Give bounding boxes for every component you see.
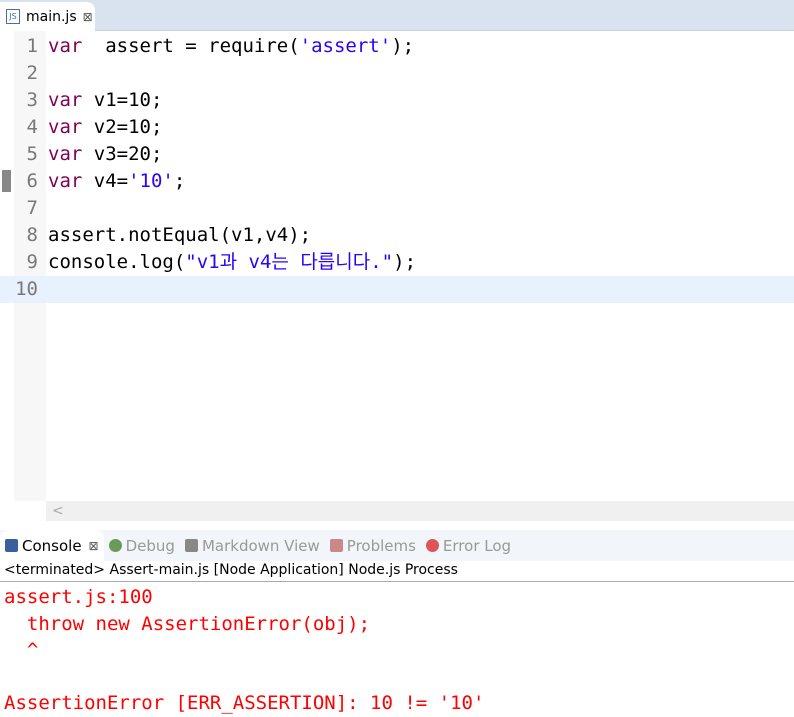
change-marker [2, 170, 11, 192]
code-line[interactable]: 3 var v1=10; [0, 87, 794, 114]
panel-tab-label: Problems [346, 536, 416, 555]
code-line[interactable]: 2 [0, 60, 794, 87]
code-text: var assert = require('assert'); [48, 33, 414, 60]
code-line[interactable]: 4 var v2=10; [0, 114, 794, 141]
line-number: 6 [26, 170, 38, 192]
code-editor[interactable]: 1 var assert = require('assert'); 2 3 var v1… [0, 31, 794, 501]
token-plain: ); [393, 251, 417, 273]
token-kw: var [48, 170, 83, 192]
code-text: assert.notEqual(v1,v4); [48, 222, 311, 249]
line-number: 5 [26, 143, 38, 165]
panel-tab-label: Debug [125, 536, 175, 555]
editor-tab-bar: JS main.js ⊠ [0, 0, 794, 31]
line-number: 1 [26, 35, 38, 57]
token-plain: assert = require( [82, 35, 300, 57]
problems-icon [329, 539, 343, 552]
code-text: var v2=10; [48, 114, 162, 141]
tab-title: main.js [26, 8, 77, 25]
horizontal-scrollbar[interactable]: < [46, 501, 794, 521]
console-status: <terminated> Assert-main.js [Node Applic… [4, 562, 458, 578]
token-kw: var [48, 89, 83, 111]
js-file-icon: JS [6, 9, 20, 24]
token-plain: assert.notEqual(v1,v4); [48, 224, 312, 246]
token-plain: ; [173, 170, 186, 192]
error-log-icon [425, 539, 439, 552]
line-number: 7 [26, 197, 38, 219]
code-text: console.log("v1과 v4는 다릅니다."); [48, 249, 416, 276]
token-str: '10' [128, 170, 174, 192]
console-output: assert.js:100 throw new AssertionError(o… [4, 584, 484, 717]
token-plain: v4= [82, 170, 129, 192]
line-number: 3 [26, 89, 38, 111]
panel-tab-label: Markdown View [201, 536, 320, 555]
token-plain: v1=10; [82, 89, 163, 111]
panel-tab-problems[interactable]: Problems [325, 530, 421, 561]
token-plain: ); [391, 35, 415, 57]
line-number: 4 [26, 116, 38, 138]
token-str: "v1과 v4는 다릅니다." [185, 251, 394, 273]
line-number: 8 [26, 224, 38, 246]
code-line[interactable]: 8 assert.notEqual(v1,v4); [0, 222, 794, 249]
panel-tab-markdown-view[interactable]: Markdown View [180, 530, 325, 561]
code-line[interactable]: 5 var v3=20; [0, 141, 794, 168]
token-plain: console.log( [48, 251, 186, 273]
document-icon [184, 539, 198, 552]
panel-tab-console[interactable]: Console ⊠ [0, 530, 104, 561]
line-number: 10 [15, 278, 38, 300]
output-line: ^ [4, 639, 39, 661]
token-plain: v2=10; [82, 116, 163, 138]
line-number: 2 [26, 62, 38, 84]
scroll-left-icon[interactable]: < [52, 503, 64, 519]
close-console-icon[interactable]: ⊠ [89, 539, 99, 553]
divider [0, 581, 794, 582]
tab-main-js[interactable]: JS main.js ⊠ [0, 2, 95, 31]
token-kw: var [48, 35, 83, 57]
code-line[interactable]: 1 var assert = require('assert'); [0, 33, 794, 60]
bug-icon [108, 539, 122, 552]
output-line: AssertionError [ERR_ASSERTION]: 10 != '1… [4, 692, 485, 714]
line-number: 9 [26, 251, 38, 273]
close-tab-icon[interactable]: ⊠ [83, 10, 93, 24]
panel-tab-label: Error Log [442, 536, 512, 555]
token-kw: var [48, 116, 83, 138]
token-str: 'assert' [299, 35, 392, 57]
panel-tab-label: Console [22, 536, 82, 555]
code-text: var v1=10; [48, 87, 162, 114]
token-plain: v3=20; [82, 143, 163, 165]
code-line[interactable]: 10 [0, 276, 794, 303]
console-icon [5, 539, 18, 552]
panel-tabs: Console ⊠ Debug Markdown View Problems Error … [0, 530, 794, 561]
code-line[interactable]: 9 console.log("v1과 v4는 다릅니다."); [0, 249, 794, 276]
code-text: var v3=20; [48, 141, 162, 168]
output-line: assert.js:100 [4, 586, 153, 608]
code-line[interactable]: 6 var v4='10'; [0, 168, 794, 195]
token-kw: var [48, 143, 83, 165]
output-line: throw new AssertionError(obj); [4, 612, 371, 635]
panel-tab-debug[interactable]: Debug [104, 530, 180, 561]
code-line[interactable]: 7 [0, 195, 794, 222]
code-text: var v4='10'; [48, 168, 185, 195]
panel-tab-error-log[interactable]: Error Log [421, 530, 516, 561]
